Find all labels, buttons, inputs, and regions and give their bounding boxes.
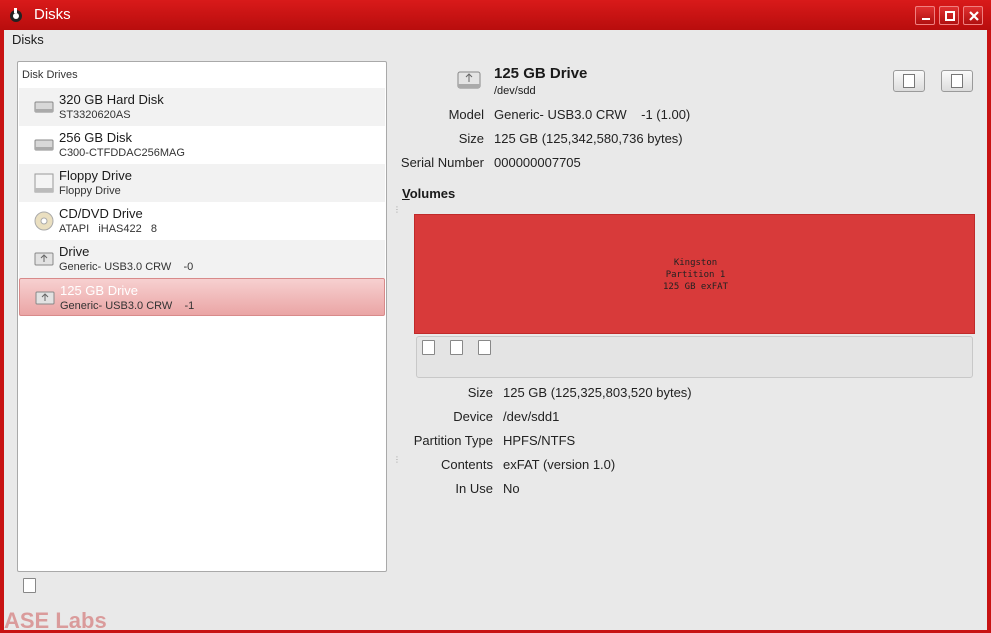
contents-label: Contents	[440, 457, 493, 472]
drive-row-floppy[interactable]: Floppy Drive Floppy Drive	[19, 164, 385, 202]
window-frame-right	[987, 30, 991, 633]
partition-type-label: Partition Type	[413, 433, 493, 448]
drive-row-usb-drive[interactable]: Drive Generic- USB3.0 CRW -0	[19, 240, 385, 278]
drive-name: 125 GB Drive	[60, 283, 139, 298]
serial-number-label: Serial Number	[400, 155, 484, 170]
model-label: Model	[448, 107, 484, 122]
disk-title: 125 GB Drive	[494, 65, 588, 82]
drive-row-125gb[interactable]: 125 GB Drive Generic- USB3.0 CRW -1	[19, 278, 385, 316]
partition-size-fs: 125 GB exFAT	[662, 282, 729, 292]
partition-1-block[interactable]: Kingston Partition 1 125 GB exFAT	[414, 214, 975, 334]
drive-row-cd-dvd[interactable]: CD/DVD Drive ATAPI iHAS422 8	[19, 202, 385, 240]
minimize-icon	[922, 18, 930, 20]
usb-drive-icon	[457, 71, 481, 89]
usb-drive-icon	[34, 252, 54, 266]
drive-name: CD/DVD Drive	[59, 206, 143, 221]
close-button[interactable]	[963, 6, 983, 25]
menu-bar: Disks	[4, 30, 987, 50]
contents-value: exFAT (version 1.0)	[503, 457, 616, 472]
minimize-button[interactable]	[915, 6, 935, 25]
drive-model: Generic- USB3.0 CRW -1	[60, 300, 195, 312]
menu-disks[interactable]: Disks	[12, 32, 44, 47]
disk-eject-button[interactable]	[941, 70, 973, 92]
usb-drive-icon	[35, 291, 55, 305]
window-client-area: Disks Disk Drives 320 GB Hard Disk ST332…	[4, 30, 987, 633]
window-title: Disks	[34, 6, 71, 23]
drive-row-320gb[interactable]: 320 GB Hard Disk ST3320620AS	[19, 88, 385, 126]
disk-device-path: /dev/sdd	[494, 85, 536, 97]
hard-disk-icon	[34, 139, 54, 151]
in-use-label: In Use	[455, 481, 493, 496]
volume-action-button-1[interactable]	[422, 340, 435, 355]
button-icon	[903, 74, 915, 88]
drives-list-action-button[interactable]	[23, 578, 36, 593]
maximize-icon	[945, 11, 955, 21]
drive-name: 320 GB Hard Disk	[59, 92, 164, 107]
disk-settings-button[interactable]	[893, 70, 925, 92]
volume-size-value: 125 GB (125,325,803,520 bytes)	[503, 385, 692, 400]
size-value: 125 GB (125,342,580,736 bytes)	[494, 131, 683, 146]
drive-model: Floppy Drive	[59, 185, 121, 197]
partition-label: Kingston Partition 1 125 GB exFAT	[415, 257, 976, 293]
optical-disc-icon	[34, 211, 54, 231]
volume-device-value: /dev/sdd1	[503, 409, 560, 424]
serial-number-value: 000000007705	[494, 155, 581, 170]
maximize-button[interactable]	[939, 6, 959, 25]
hard-disk-icon	[34, 101, 54, 113]
disk-drives-header: Disk Drives	[22, 69, 78, 81]
size-label: Size	[458, 131, 484, 146]
volume-toolbar	[416, 336, 973, 378]
drive-row-256gb[interactable]: 256 GB Disk C300-CTFDDAC256MAG	[19, 126, 385, 164]
drive-name: Drive	[59, 244, 90, 259]
drive-name: Floppy Drive	[59, 168, 132, 183]
volume-action-button-2[interactable]	[450, 340, 463, 355]
partition-name: Kingston	[673, 258, 718, 268]
partition-number: Partition 1	[665, 270, 726, 280]
drive-model: ATAPI iHAS422 8	[59, 223, 158, 235]
partition-type-value: HPFS/NTFS	[503, 433, 576, 448]
close-icon	[969, 11, 979, 21]
drive-model: ST3320620AS	[59, 109, 131, 121]
volume-action-button-3[interactable]	[478, 340, 491, 355]
model-value: Generic- USB3.0 CRW -1 (1.00)	[494, 107, 691, 122]
volume-size-label: Size	[467, 385, 493, 400]
button-icon	[951, 74, 963, 88]
drive-name: 256 GB Disk	[59, 130, 132, 145]
volumes-heading: Volumes	[402, 186, 455, 201]
volumes-heading-rest: olumes	[409, 186, 456, 201]
title-bar: Disks	[0, 0, 991, 30]
pane-resize-grip[interactable]: ⋮	[393, 206, 401, 214]
ase-labs-watermark: ASE Labs	[4, 608, 107, 633]
drive-model: Generic- USB3.0 CRW -0	[59, 261, 194, 273]
in-use-value: No	[503, 481, 520, 496]
volumes-heading-mnemonic: V	[402, 186, 410, 201]
volume-device-label: Device	[453, 409, 493, 424]
floppy-icon	[34, 173, 54, 193]
drive-model: C300-CTFDDAC256MAG	[59, 147, 185, 159]
disks-app-icon	[10, 8, 22, 22]
disk-drives-list[interactable]: Disk Drives 320 GB Hard Disk ST3320620AS…	[17, 61, 387, 572]
